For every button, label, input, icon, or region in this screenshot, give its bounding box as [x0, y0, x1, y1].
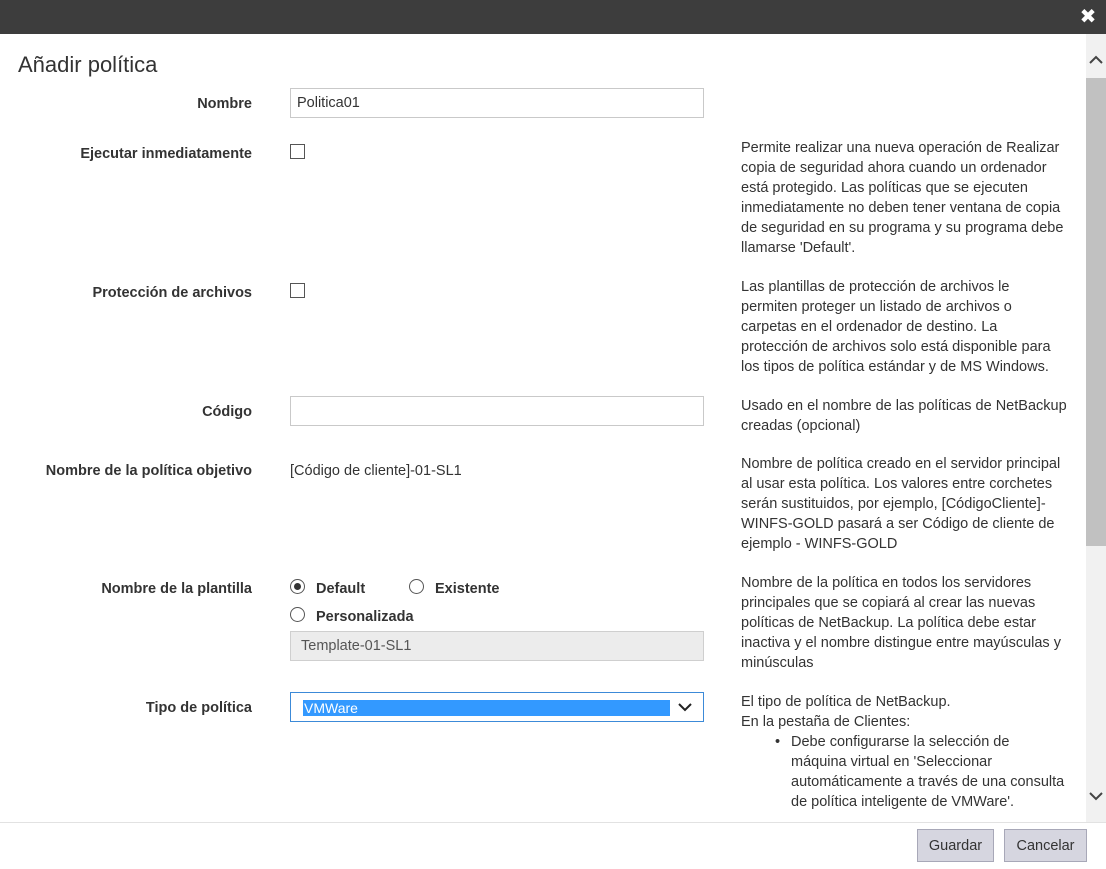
proteccion-label: Protección de archivos	[92, 285, 252, 301]
codigo-input[interactable]	[290, 396, 704, 426]
ejecutar-help: Permite realizar una nueva operación de …	[741, 140, 1064, 256]
objetivo-value: [Código de cliente]-01-SL1	[290, 463, 462, 479]
tipo-help-bullet: Debe configurarse la selección de máquin…	[775, 732, 1067, 812]
plantilla-label: Nombre de la plantilla	[101, 581, 252, 597]
ejecutar-checkbox[interactable]	[290, 144, 305, 159]
dialog-title: Añadir política	[18, 52, 158, 77]
tipo-select-value: VMWare	[303, 700, 670, 716]
objetivo-help: Nombre de política creado en el servidor…	[741, 456, 1061, 552]
radio-existente[interactable]	[409, 579, 424, 594]
plantilla-input: Template-01-SL1	[290, 631, 704, 661]
ejecutar-label: Ejecutar inmediatamente	[80, 146, 252, 162]
tipo-help: El tipo de política de NetBackup. En la …	[741, 692, 1067, 812]
codigo-label: Código	[202, 404, 252, 420]
save-button[interactable]: Guardar	[917, 829, 994, 862]
tipo-label: Tipo de política	[145, 700, 252, 716]
tipo-help-line2: En la pestaña de Clientes:	[741, 714, 911, 730]
proteccion-checkbox[interactable]	[290, 283, 305, 298]
chevron-up-icon[interactable]	[1086, 48, 1106, 72]
dialog-titlebar: ✖	[0, 0, 1106, 34]
radio-existente-label: Existente	[435, 581, 500, 597]
plantilla-help: Nombre de la política en todos los servi…	[741, 575, 1061, 671]
radio-personalizada-label: Personalizada	[316, 609, 414, 625]
radio-default-label: Default	[316, 581, 366, 597]
tipo-help-list: Debe configurarse la selección de máquin…	[741, 732, 1067, 812]
objetivo-label: Nombre de la política objetivo	[45, 463, 252, 479]
dialog-content: Añadir política Nombre Politica01 Ejecut…	[0, 34, 1086, 822]
proteccion-help: Las plantillas de protección de archivos…	[741, 279, 1051, 375]
dialog-footer: Guardar Cancelar	[0, 822, 1106, 869]
codigo-help: Usado en el nombre de las políticas de N…	[741, 398, 1067, 434]
tipo-select[interactable]: VMWare	[290, 692, 704, 722]
tipo-help-line1: El tipo de política de NetBackup.	[741, 694, 951, 710]
nombre-label: Nombre	[197, 96, 252, 112]
nombre-input[interactable]: Politica01	[290, 88, 704, 118]
chevron-down-icon	[678, 703, 692, 712]
radio-default[interactable]	[290, 579, 305, 594]
vertical-scrollbar[interactable]	[1086, 34, 1106, 822]
radio-personalizada[interactable]	[290, 607, 305, 622]
close-icon[interactable]: ✖	[1078, 7, 1098, 27]
cancel-button[interactable]: Cancelar	[1004, 829, 1087, 862]
scrollbar-thumb[interactable]	[1086, 78, 1106, 546]
chevron-down-icon[interactable]	[1086, 784, 1106, 808]
